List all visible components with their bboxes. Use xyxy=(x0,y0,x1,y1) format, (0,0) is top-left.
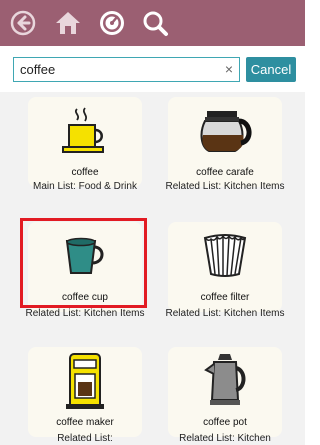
result-label: coffee xyxy=(71,167,99,178)
result-list-name: Related List: Kitchen Items xyxy=(165,308,285,319)
home-icon[interactable] xyxy=(53,8,83,38)
result-label: coffee pot xyxy=(203,417,247,428)
search-box: × xyxy=(13,57,240,82)
search-row: × Cancel xyxy=(0,46,305,92)
result-card[interactable]: coffee maker xyxy=(28,347,142,437)
result-card[interactable]: coffee xyxy=(28,97,142,187)
result-label: coffee maker xyxy=(56,417,114,428)
coffee-carafe-icon xyxy=(168,97,282,165)
cancel-button[interactable]: Cancel xyxy=(246,57,296,82)
result-list-name: Related List: Kitchen xyxy=(179,433,271,444)
result-label: coffee filter xyxy=(200,292,250,303)
clear-search-icon[interactable]: × xyxy=(225,60,233,79)
coffee-maker-icon xyxy=(28,347,142,415)
result-list-name: Related List: xyxy=(57,433,113,444)
result-card[interactable]: coffee carafe xyxy=(168,97,282,187)
coffee-mug-icon xyxy=(28,97,142,165)
result-label: coffee carafe xyxy=(196,167,254,178)
search-input[interactable] xyxy=(20,60,210,79)
result-card[interactable]: coffee filter xyxy=(168,222,282,312)
result-list-name: Main List: Food & Drink xyxy=(33,181,137,192)
coffee-pot-icon xyxy=(168,347,282,415)
result-list-name: Related List: Kitchen Items xyxy=(165,181,285,192)
back-arrow-icon[interactable] xyxy=(8,8,38,38)
selection-highlight xyxy=(20,218,147,308)
search-icon[interactable] xyxy=(140,8,170,38)
top-toolbar xyxy=(0,0,305,46)
result-card[interactable]: coffee pot xyxy=(168,347,282,437)
result-list-name: Related List: Kitchen Items xyxy=(25,308,145,319)
coffee-filter-icon xyxy=(168,222,282,290)
dashboard-icon[interactable] xyxy=(97,8,127,38)
